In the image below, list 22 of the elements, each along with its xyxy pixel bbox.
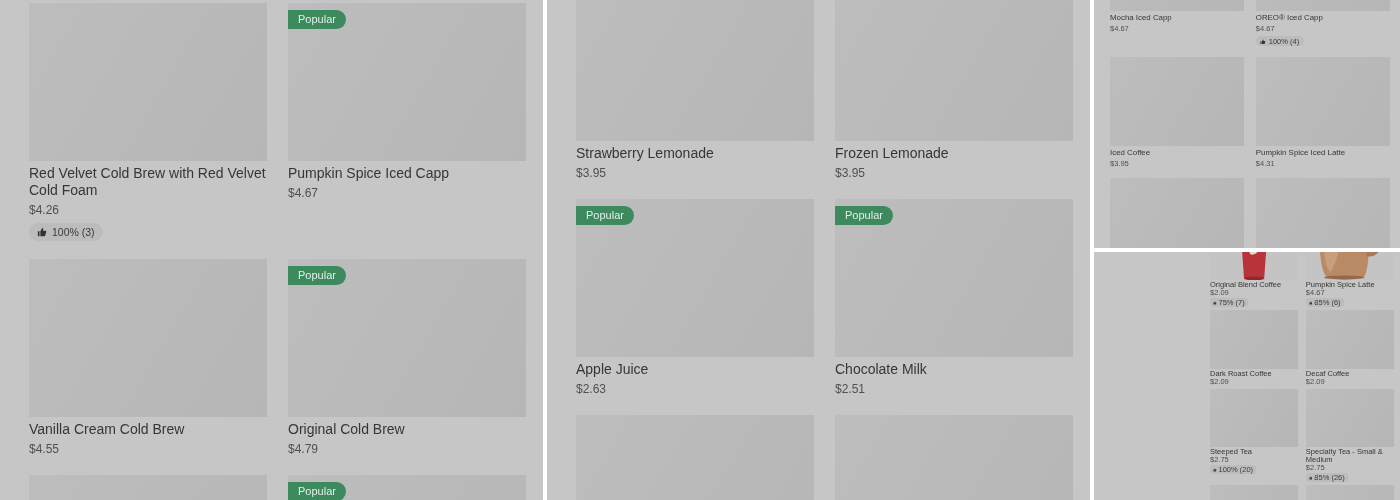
product-name[interactable]: Original Cold Brew [288, 421, 405, 438]
product-price: $3.95 [576, 165, 607, 181]
product-name[interactable]: Frozen Lemonade [835, 145, 949, 162]
popular-badge: Popular [288, 266, 346, 285]
product-price: $2.63 [576, 381, 607, 397]
rating-text: 100% (3) [52, 226, 95, 238]
product-price: $4.26 [29, 202, 60, 218]
product-price: $2.51 [835, 381, 866, 397]
product-price: $4.79 [288, 441, 319, 457]
product-name[interactable]: Apple Juice [576, 361, 649, 378]
product-name[interactable]: Red Velvet Cold Brew with Red Velvet Cold Foam [29, 165, 267, 199]
product-name[interactable]: Strawberry Lemonade [576, 145, 714, 162]
popular-badge: Popular [576, 206, 634, 225]
popular-badge: Popular [835, 206, 893, 225]
popular-badge: Popular [288, 10, 346, 29]
product-name[interactable]: Chocolate Milk [835, 361, 927, 378]
product-price: $4.55 [29, 441, 60, 457]
product-price: $3.95 [835, 165, 866, 181]
product-name[interactable]: Pumpkin Spice Iced Capp [288, 165, 450, 182]
product-name[interactable]: Vanilla Cream Cold Brew [29, 421, 185, 438]
product-price: $4.67 [288, 185, 319, 201]
popular-badge: Popular [288, 482, 346, 500]
